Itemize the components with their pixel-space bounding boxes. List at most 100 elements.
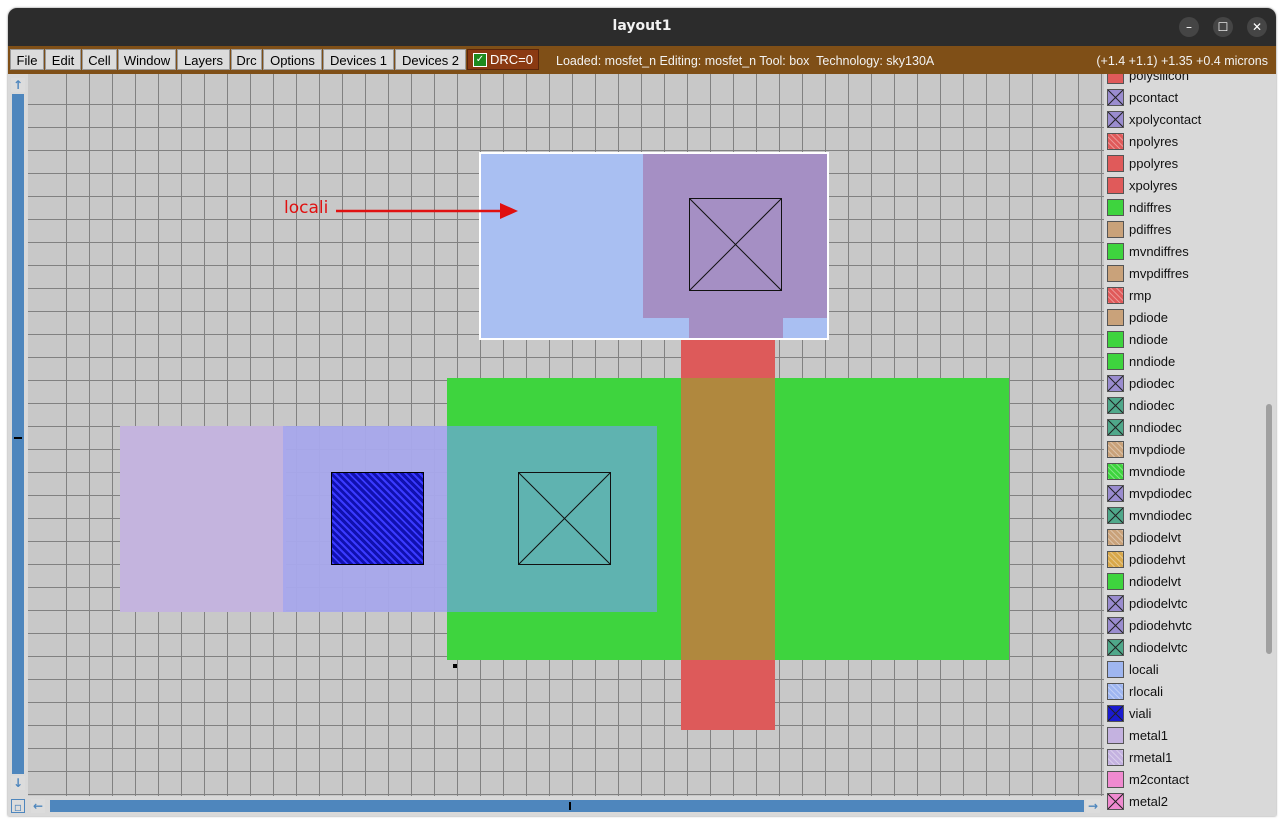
scroll-right-arrow-icon[interactable]: →: [1086, 799, 1100, 813]
horizontal-scroll-track[interactable]: [50, 800, 1084, 812]
layout-canvas[interactable]: locali: [28, 74, 1104, 796]
legend-item-xpolycontact[interactable]: xpolycontact: [1104, 109, 1262, 131]
poly-contact-rect[interactable]: [689, 198, 782, 291]
layer-swatch-icon: [1107, 111, 1124, 128]
legend-label: viali: [1129, 706, 1152, 721]
menu-window[interactable]: Window: [118, 49, 176, 70]
layer-swatch-icon: [1107, 507, 1124, 524]
legend-item-m2contact[interactable]: m2contact: [1104, 769, 1262, 791]
legend-item-mvndiode[interactable]: mvndiode: [1104, 461, 1262, 483]
scroll-down-arrow-icon[interactable]: ↓: [11, 776, 25, 790]
legend-scrollbar[interactable]: [1262, 74, 1276, 816]
layer-swatch-icon: [1107, 595, 1124, 612]
close-button[interactable]: ✕: [1247, 17, 1267, 37]
legend-item-xpolyres[interactable]: xpolyres: [1104, 175, 1262, 197]
menu-edit[interactable]: Edit: [45, 49, 81, 70]
legend-item-pdiodelvtc[interactable]: pdiodelvtc: [1104, 593, 1262, 615]
legend-label: m2contact: [1129, 772, 1189, 787]
legend-label: nndiodec: [1129, 420, 1182, 435]
legend-item-mvndiodec[interactable]: mvndiodec: [1104, 505, 1262, 527]
legend-label: ndiodec: [1129, 398, 1175, 413]
legend-label: ndiodelvtc: [1129, 640, 1188, 655]
minimize-button[interactable]: –: [1179, 17, 1199, 37]
legend-item-rmp[interactable]: rmp: [1104, 285, 1262, 307]
legend-label: mvpdiffres: [1129, 266, 1189, 281]
legend-item-nndiodec[interactable]: nndiodec: [1104, 417, 1262, 439]
legend-item-rlocali[interactable]: rlocali: [1104, 681, 1262, 703]
layer-swatch-icon: [1107, 793, 1124, 810]
legend-item-nndiode[interactable]: nndiode: [1104, 351, 1262, 373]
layer-swatch-icon: [1107, 529, 1124, 546]
legend-item-pdiodehvt[interactable]: pdiodehvt: [1104, 549, 1262, 571]
viali-rect[interactable]: [331, 472, 424, 565]
legend-item-mvpdiffres[interactable]: mvpdiffres: [1104, 263, 1262, 285]
legend-label: ndiffres: [1129, 200, 1172, 215]
legend-label: pdiodelvtc: [1129, 596, 1188, 611]
layer-swatch-icon: [1107, 243, 1124, 260]
menu-devices-1[interactable]: Devices 1: [323, 49, 394, 70]
legend-item-viali[interactable]: viali: [1104, 703, 1262, 725]
legend-item-metal2[interactable]: metal2: [1104, 791, 1262, 813]
menu-layers[interactable]: Layers: [177, 49, 230, 70]
legend-item-pdiode[interactable]: pdiode: [1104, 307, 1262, 329]
legend-item-locali[interactable]: locali: [1104, 659, 1262, 681]
metal1-rect[interactable]: [120, 426, 286, 612]
legend-item-mvpdiode[interactable]: mvpdiode: [1104, 439, 1262, 461]
vertical-scrollbar[interactable]: ↑ ↓: [8, 74, 28, 796]
menu-options[interactable]: Options: [263, 49, 322, 70]
layer-swatch-icon: [1107, 419, 1124, 436]
legend-item-metal1[interactable]: metal1: [1104, 725, 1262, 747]
drc-checkbox-icon[interactable]: ✓: [473, 53, 487, 67]
legend-label: pdiode: [1129, 310, 1169, 325]
vertical-scroll-track[interactable]: [12, 94, 24, 774]
legend-label: locali: [1129, 662, 1159, 677]
legend-item-mvpdiodec[interactable]: mvpdiodec: [1104, 483, 1262, 505]
legend-label: rlocali: [1129, 684, 1163, 699]
diffusion-contact-rect[interactable]: [518, 472, 611, 565]
legend-label: pdiffres: [1129, 222, 1172, 237]
legend-item-pcontact[interactable]: pcontact: [1104, 87, 1262, 109]
legend-item-pdiodehvtc[interactable]: pdiodehvtc: [1104, 615, 1262, 637]
layer-swatch-icon: [1107, 441, 1124, 458]
layer-swatch-icon: [1107, 771, 1124, 788]
legend-label: mvpdiodec: [1129, 486, 1192, 501]
legend-item-ndiodelvtc[interactable]: ndiodelvtc: [1104, 637, 1262, 659]
legend-label: nndiode: [1129, 354, 1176, 369]
legend-item-ndiode[interactable]: ndiode: [1104, 329, 1262, 351]
legend-item-ndiodec[interactable]: ndiodec: [1104, 395, 1262, 417]
legend-item-pdiffres[interactable]: pdiffres: [1104, 219, 1262, 241]
horizontal-scrollbar[interactable]: ▫ ← →: [8, 796, 1104, 816]
menu-drc[interactable]: Drc: [231, 49, 262, 70]
layer-swatch-icon: [1107, 485, 1124, 502]
layer-swatch-icon: [1107, 749, 1124, 766]
layer-swatch-icon: [1107, 617, 1124, 634]
layer-swatch-icon: [1107, 155, 1124, 172]
legend-item-ppolyres[interactable]: ppolyres: [1104, 153, 1262, 175]
legend-item-pdiodelvt[interactable]: pdiodelvt: [1104, 527, 1262, 549]
legend-label: mvndiffres: [1129, 244, 1189, 259]
legend-item-polysilicon[interactable]: polysilicon: [1104, 74, 1262, 87]
legend-item-rmetal1[interactable]: rmetal1: [1104, 747, 1262, 769]
menu-file[interactable]: File: [10, 49, 44, 70]
layer-swatch-icon: [1107, 133, 1124, 150]
scroll-left-arrow-icon[interactable]: ←: [31, 799, 45, 813]
legend-label: npolyres: [1129, 134, 1179, 149]
scroll-up-arrow-icon[interactable]: ↑: [11, 78, 25, 92]
title-bar[interactable]: layout1 – ☐ ✕: [8, 8, 1276, 46]
poly-contact-stub[interactable]: [689, 318, 783, 338]
legend-scroll-thumb[interactable]: [1266, 404, 1272, 654]
legend-item-ndiffres[interactable]: ndiffres: [1104, 197, 1262, 219]
legend-label: pdiodec: [1129, 376, 1175, 391]
legend-item-npolyres[interactable]: npolyres: [1104, 131, 1262, 153]
legend-item-ndiodelvt[interactable]: ndiodelvt: [1104, 571, 1262, 593]
legend-item-pdiodec[interactable]: pdiodec: [1104, 373, 1262, 395]
zoom-box-icon[interactable]: ▫: [11, 799, 25, 814]
legend-item-mvndiffres[interactable]: mvndiffres: [1104, 241, 1262, 263]
menu-devices-2[interactable]: Devices 2: [395, 49, 466, 70]
legend-label: metal1: [1129, 728, 1169, 743]
drc-toggle[interactable]: ✓ DRC=0: [467, 49, 539, 70]
menu-cell[interactable]: Cell: [82, 49, 117, 70]
layer-swatch-icon: [1107, 397, 1124, 414]
maximize-button[interactable]: ☐: [1213, 17, 1233, 37]
poly-diff-overlap[interactable]: [681, 378, 775, 660]
